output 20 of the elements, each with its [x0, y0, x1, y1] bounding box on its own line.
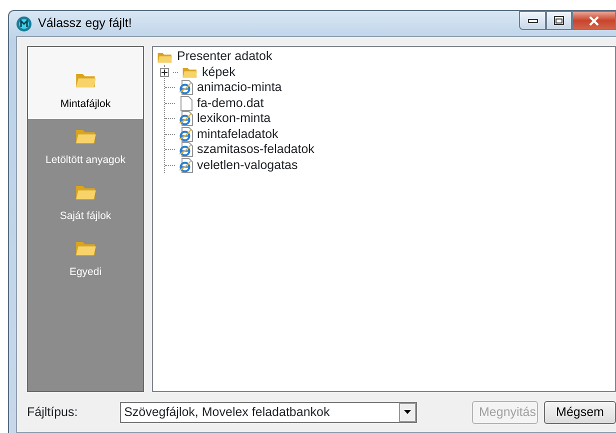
web-document-icon — [179, 158, 193, 173]
dialog-button[interactable]: Mégsem — [544, 400, 616, 424]
expand-toggle-icon[interactable] — [160, 68, 169, 77]
web-document-icon — [179, 111, 193, 126]
file-type-dropdown[interactable]: Szövegfájlok, Movelex feladatbankok — [120, 402, 417, 422]
web-document-icon — [179, 142, 193, 158]
web-document-icon — [179, 80, 193, 96]
minimize-icon — [528, 18, 538, 22]
file-type-label: Fájltípus: — [27, 404, 79, 421]
maximize-button[interactable] — [546, 11, 572, 30]
window-title: Válassz egy fájlt! — [38, 15, 132, 32]
folder-icon — [182, 65, 198, 80]
web-document-icon — [179, 126, 193, 142]
close-button[interactable] — [572, 11, 616, 30]
file-icon — [179, 96, 193, 111]
app-icon — [16, 16, 32, 32]
minimize-button[interactable] — [519, 11, 546, 30]
close-icon — [589, 16, 599, 26]
sidebar-item[interactable]: Mintafájlok — [28, 47, 143, 119]
maximize-icon — [554, 16, 564, 25]
